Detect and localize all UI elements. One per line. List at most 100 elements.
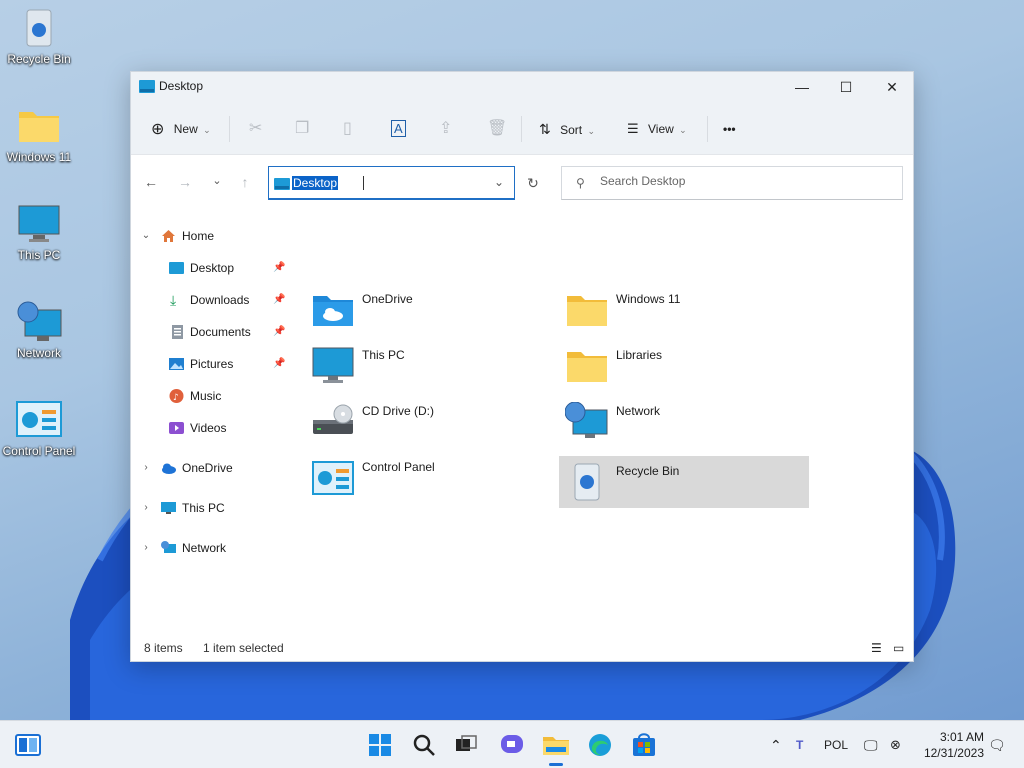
- desktop-icon-control-panel[interactable]: Control Panel: [2, 398, 76, 458]
- store-button[interactable]: [628, 729, 660, 761]
- chat-button[interactable]: [496, 729, 528, 761]
- up-button[interactable]: ↑: [233, 174, 257, 190]
- maximize-button[interactable]: ☐: [823, 72, 869, 102]
- desktop-icon-recycle-bin[interactable]: Recycle Bin: [2, 6, 76, 66]
- refresh-button[interactable]: ↻: [517, 166, 549, 200]
- share-button[interactable]: ⇪: [439, 113, 452, 145]
- view-button[interactable]: ☰ View ⌄: [627, 113, 687, 145]
- view-label: View: [648, 122, 674, 136]
- nav-label: Documents: [190, 325, 251, 339]
- selection-count: 1 item selected: [203, 641, 284, 655]
- search-input[interactable]: [600, 174, 890, 188]
- language-indicator[interactable]: POL: [824, 721, 848, 768]
- file-item-libraries[interactable]: Libraries: [559, 340, 809, 392]
- copy-icon: ❐: [295, 120, 310, 137]
- trash-icon: 🗑: [487, 120, 508, 137]
- nav-item-music[interactable]: ♪ Music: [169, 385, 289, 407]
- address-text[interactable]: Desktop: [292, 176, 339, 190]
- file-item-recycle-bin[interactable]: Recycle Bin: [559, 456, 809, 508]
- pictures-icon: [169, 358, 184, 370]
- file-name: Network: [616, 404, 661, 418]
- file-item-cd-drive[interactable]: CD Drive (D:): [305, 396, 555, 448]
- desktop-icon-this-pc[interactable]: This PC: [2, 202, 76, 262]
- file-name: This PC: [362, 348, 405, 362]
- onedrive-folder-icon: [313, 296, 353, 326]
- chevron-down-icon[interactable]: ⌄: [494, 175, 504, 189]
- desktop-icon: [169, 262, 184, 274]
- folder-icon: [567, 352, 607, 382]
- file-list: OneDrive Windows 11 This PC Libraries CD…: [301, 208, 915, 628]
- file-name: Windows 11: [616, 292, 681, 306]
- control-panel-icon: [312, 461, 354, 495]
- file-item-onedrive[interactable]: OneDrive: [305, 284, 555, 336]
- network-icon: [565, 402, 608, 438]
- display-icon[interactable]: 🖵: [864, 721, 878, 768]
- clock[interactable]: 3:01 AM 12/31/2023: [924, 729, 984, 761]
- file-name: Recycle Bin: [616, 464, 680, 478]
- chevron-down-icon: ⌄: [212, 175, 222, 187]
- search-button[interactable]: [408, 729, 440, 761]
- more-options-button[interactable]: •••: [723, 113, 736, 145]
- show-hidden-icons-button[interactable]: ⌃: [770, 721, 782, 768]
- rename-icon: A: [391, 120, 406, 137]
- onedrive-icon: [162, 463, 176, 474]
- minimize-button[interactable]: —: [779, 72, 825, 102]
- folder-icon: [15, 104, 63, 148]
- monitor-icon: [161, 502, 176, 514]
- sort-button[interactable]: ⇅ Sort ⌄: [539, 113, 595, 145]
- teams-tray-icon[interactable]: T: [796, 721, 803, 768]
- window-title: Desktop: [159, 79, 204, 93]
- nav-item-pictures[interactable]: Pictures 📌: [169, 353, 289, 375]
- back-button[interactable]: ←: [139, 174, 163, 190]
- nav-item-documents[interactable]: Documents 📌: [169, 321, 289, 343]
- paste-button[interactable]: ▯: [343, 113, 352, 145]
- sort-label: Sort: [560, 123, 583, 137]
- volume-muted-icon[interactable]: ⊗: [890, 721, 901, 768]
- copy-button[interactable]: ❐: [295, 113, 309, 145]
- file-item-control-panel[interactable]: Control Panel: [305, 452, 555, 504]
- tiles-view-button[interactable]: ▭: [893, 641, 904, 655]
- file-name: CD Drive (D:): [362, 404, 434, 418]
- desktop-icon-network[interactable]: Network: [2, 300, 76, 360]
- rename-button[interactable]: A: [391, 113, 406, 145]
- cut-button[interactable]: ✂: [249, 113, 262, 145]
- nav-item-downloads[interactable]: ⤓ Downloads 📌: [169, 289, 289, 311]
- task-view-button[interactable]: [450, 729, 482, 761]
- nav-label-network: Network: [182, 541, 227, 555]
- recent-locations-button[interactable]: ⌄: [205, 174, 229, 187]
- share-icon: ⇪: [439, 120, 453, 137]
- network-icon: [161, 541, 176, 553]
- file-item-this-pc[interactable]: This PC: [305, 340, 555, 392]
- nav-item-videos[interactable]: Videos: [169, 417, 289, 439]
- title-bar[interactable]: Desktop — ☐ ✕: [131, 72, 913, 102]
- network-icon: [15, 300, 63, 344]
- scissors-icon: ✂: [249, 120, 263, 137]
- widgets-button[interactable]: [12, 729, 44, 761]
- file-item-windows-11[interactable]: Windows 11: [559, 284, 809, 336]
- details-view-icon: ☰: [871, 641, 882, 655]
- file-explorer-taskbar-button[interactable]: [540, 729, 572, 766]
- status-bar: 8 items 1 item selected ☰ ▭: [131, 637, 915, 661]
- desktop-icon-windows-11[interactable]: Windows 11: [2, 104, 76, 164]
- arrow-right-icon: →: [178, 174, 192, 190]
- videos-icon: [169, 422, 184, 434]
- start-button[interactable]: [364, 729, 396, 761]
- delete-button[interactable]: 🗑: [487, 113, 507, 145]
- chevron-down-icon: ⌄: [203, 125, 211, 135]
- notifications-icon[interactable]: 🗨: [988, 721, 1006, 768]
- close-button[interactable]: ✕: [869, 72, 915, 102]
- search-box[interactable]: ⚲: [561, 166, 903, 200]
- windows-logo-icon: [369, 734, 391, 756]
- new-button[interactable]: ⊕ New ⌄: [151, 113, 211, 145]
- nav-item-desktop[interactable]: Desktop 📌: [169, 257, 289, 279]
- nav-label: Videos: [190, 421, 227, 435]
- file-item-network[interactable]: Network: [559, 396, 809, 448]
- pin-icon: 📌: [273, 326, 286, 337]
- store-icon: [633, 733, 655, 756]
- forward-button[interactable]: →: [173, 174, 197, 190]
- address-bar[interactable]: Desktop ⌄: [268, 166, 515, 200]
- details-view-button[interactable]: ☰: [871, 641, 882, 655]
- edge-button[interactable]: [584, 729, 616, 761]
- view-list-icon: ☰: [627, 121, 639, 136]
- download-icon: ⤓: [170, 292, 177, 308]
